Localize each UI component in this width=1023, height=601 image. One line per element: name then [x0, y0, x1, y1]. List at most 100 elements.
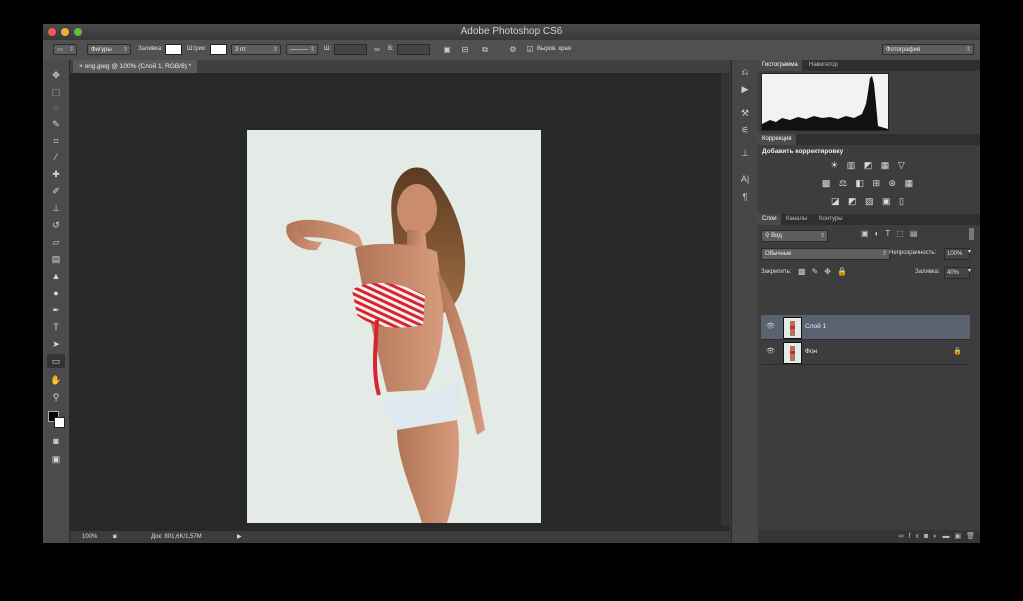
document-tab-title: orig.jpeg @ 100% (Слой 1, RGB/8) * [84, 63, 192, 70]
tools-panel: ✥ ⬚ ◌ ✎ ⌗ ⁄ ✚ ✐ ⊥ ↺ ▱ ▤ ▲ ● ✒ T ➤ ▭ ✋ ⚲ … [43, 60, 70, 543]
zoom-icon[interactable]: ⚲ [47, 390, 65, 404]
quick-select-icon[interactable]: ✎ [47, 117, 65, 131]
tab-adjustments[interactable]: Коррекция [758, 134, 796, 145]
tab-navigator[interactable]: Навигатор [805, 60, 842, 71]
tab-histogram[interactable]: Гистограмма [758, 60, 802, 71]
opacity-dropdown-icon[interactable]: ▾ [968, 248, 971, 255]
height-input[interactable] [397, 44, 430, 55]
gradient-icon[interactable]: ▤ [47, 252, 65, 266]
lock-icon: 🔒 [953, 348, 962, 355]
filter-toggle[interactable] [969, 228, 974, 240]
tab-channels[interactable]: Каналы [782, 214, 811, 225]
adjustment-icons-row-3[interactable]: ◪ ◩ ▨ ▣ ▯ [758, 196, 980, 207]
visibility-eye-icon[interactable]: 👁 [766, 322, 775, 330]
dodge-icon[interactable]: ● [47, 286, 65, 300]
adjustment-icons-row-2[interactable]: ▩ ⚖ ◧ ⊞ ⊛ ▦ [758, 178, 980, 189]
rectangle-icon[interactable]: ▭ [47, 354, 65, 368]
marquee-icon[interactable]: ⬚ [47, 85, 65, 99]
stroke-swatch[interactable] [210, 44, 227, 55]
move-icon[interactable]: ✥ [47, 68, 65, 82]
stroke-type-select[interactable]: ——— [286, 44, 318, 56]
add-mask-icon[interactable]: ◙ [924, 533, 933, 540]
opacity-input[interactable]: 100% [944, 248, 970, 260]
type-icon[interactable]: T [47, 320, 65, 334]
histogram-panel-tabs: Гистограмма Навигатор [758, 60, 980, 71]
brush-icon[interactable]: ✐ [47, 184, 65, 198]
layers-panel-tabs: Слои Каналы Контуры [758, 214, 980, 225]
layer-name: Фон [805, 348, 818, 355]
layer-row-2[interactable]: 👁 Фон 🔒 [761, 340, 970, 365]
blend-mode-select[interactable]: Обычные [761, 248, 890, 260]
right-panels: Гистограмма Навигатор Коррекция Добавить… [758, 60, 980, 543]
layer-filter-row: ⚲ Вид ▣◐T⬚▤ [758, 227, 980, 243]
vertical-scrollbar[interactable] [721, 73, 730, 526]
lock-options-icons[interactable]: ▩✎✥🔒 [798, 267, 853, 276]
link-layers-icon[interactable]: ∞ [899, 533, 909, 540]
healing-brush-icon[interactable]: ✚ [47, 167, 65, 181]
path-operations-icon[interactable]: ▣ [441, 44, 453, 55]
history-panel-icon[interactable]: ⎌ [736, 65, 754, 79]
align-edges-checkbox[interactable]: ☑ [525, 44, 535, 55]
blur-icon[interactable]: ▲ [47, 269, 65, 283]
document-canvas[interactable] [247, 130, 541, 523]
eyedropper-icon[interactable]: ⁄ [47, 150, 65, 164]
lasso-icon[interactable]: ◌ [47, 101, 65, 115]
layer-thumbnail [783, 342, 802, 364]
tab-layers[interactable]: Слои [758, 214, 781, 225]
hand-icon[interactable]: ✋ [47, 373, 65, 387]
link-icon[interactable]: ∞ [371, 44, 383, 55]
quick-mask-icon[interactable]: ◙ [47, 434, 65, 448]
eraser-icon[interactable]: ▱ [47, 235, 65, 249]
tool-presets-panel-icon[interactable]: ⚒ [736, 106, 754, 120]
history-brush-icon[interactable]: ↺ [47, 218, 65, 232]
zoom-level[interactable]: 100% [82, 531, 97, 543]
shape-mode-select[interactable]: Фигуры [87, 44, 131, 56]
blend-row: Обычные Непрозрачность: 100% ▾ [758, 246, 980, 262]
fill-swatch[interactable] [165, 44, 182, 55]
align-edges-label: Выров. края [537, 46, 572, 52]
photo-image [247, 130, 541, 523]
path-select-icon[interactable]: ➤ [47, 337, 65, 351]
stroke-width-input[interactable]: 3 пт [231, 44, 281, 56]
clone-stamp-icon[interactable]: ⊥ [47, 201, 65, 215]
histogram-chart [761, 73, 889, 131]
layer-thumbnail [783, 317, 802, 339]
collapsed-panels-strip: ⎌ ▶ ⚒ ⚟ ⊥ A| ¶ [731, 60, 759, 543]
screen-mode-icon[interactable]: ▣ [47, 452, 65, 466]
pen-icon[interactable]: ✒ [47, 303, 65, 317]
fill-input[interactable]: 40% [944, 267, 970, 279]
lock-label: Закрепить: [761, 269, 792, 275]
histogram-graph [762, 76, 888, 130]
fx-icon[interactable]: fx [909, 533, 924, 540]
status-arrow-icon[interactable]: ▶ [237, 531, 242, 543]
status-menu-icon[interactable]: ◙ [113, 531, 117, 543]
path-alignment-icon[interactable]: ⊟ [459, 44, 471, 55]
layer-row-1[interactable]: 👁 Слой 1 [761, 315, 970, 340]
width-input[interactable] [334, 44, 367, 55]
character-panel-icon[interactable]: A| [736, 172, 754, 186]
gear-icon[interactable]: ⚙ [507, 44, 519, 55]
background-color-swatch[interactable] [54, 417, 65, 428]
new-layer-icon[interactable]: ▣ [954, 533, 966, 540]
fill-label: Заливка: [138, 46, 163, 52]
tool-preset-picker[interactable]: ▭ [53, 44, 77, 56]
actions-panel-icon[interactable]: ▶ [736, 82, 754, 96]
workspace-select[interactable]: Фотография [882, 44, 974, 56]
stroke-label: Штрих: [187, 46, 207, 52]
layer-filter-icons[interactable]: ▣◐T⬚▤ [861, 229, 923, 238]
layer-filter-select[interactable]: ⚲ Вид [761, 230, 828, 242]
visibility-eye-icon[interactable]: 👁 [766, 347, 775, 355]
document-tab[interactable]: × orig.jpeg @ 100% (Слой 1, RGB/8) * [73, 60, 198, 73]
tab-paths[interactable]: Контуры [815, 214, 847, 225]
brush-panel-icon[interactable]: ⚟ [736, 123, 754, 137]
crop-icon[interactable]: ⌗ [47, 134, 65, 148]
lock-row: Закрепить: ▩✎✥🔒 Заливка: 40% ▾ [758, 265, 980, 281]
fill-dropdown-icon[interactable]: ▾ [968, 267, 971, 274]
delete-layer-icon[interactable]: 🗑 [966, 533, 980, 540]
document-info: Док: 801,6K/1,57M [151, 534, 202, 540]
adjustment-icons-row-1[interactable]: ☀ ▥ ◩ ▦ ▽ [758, 160, 980, 171]
path-arrangement-icon[interactable]: ⧉ [479, 44, 491, 55]
clone-source-panel-icon[interactable]: ⊥ [736, 146, 754, 160]
paragraph-panel-icon[interactable]: ¶ [736, 190, 754, 204]
new-group-icon[interactable]: ▬ [942, 533, 954, 540]
